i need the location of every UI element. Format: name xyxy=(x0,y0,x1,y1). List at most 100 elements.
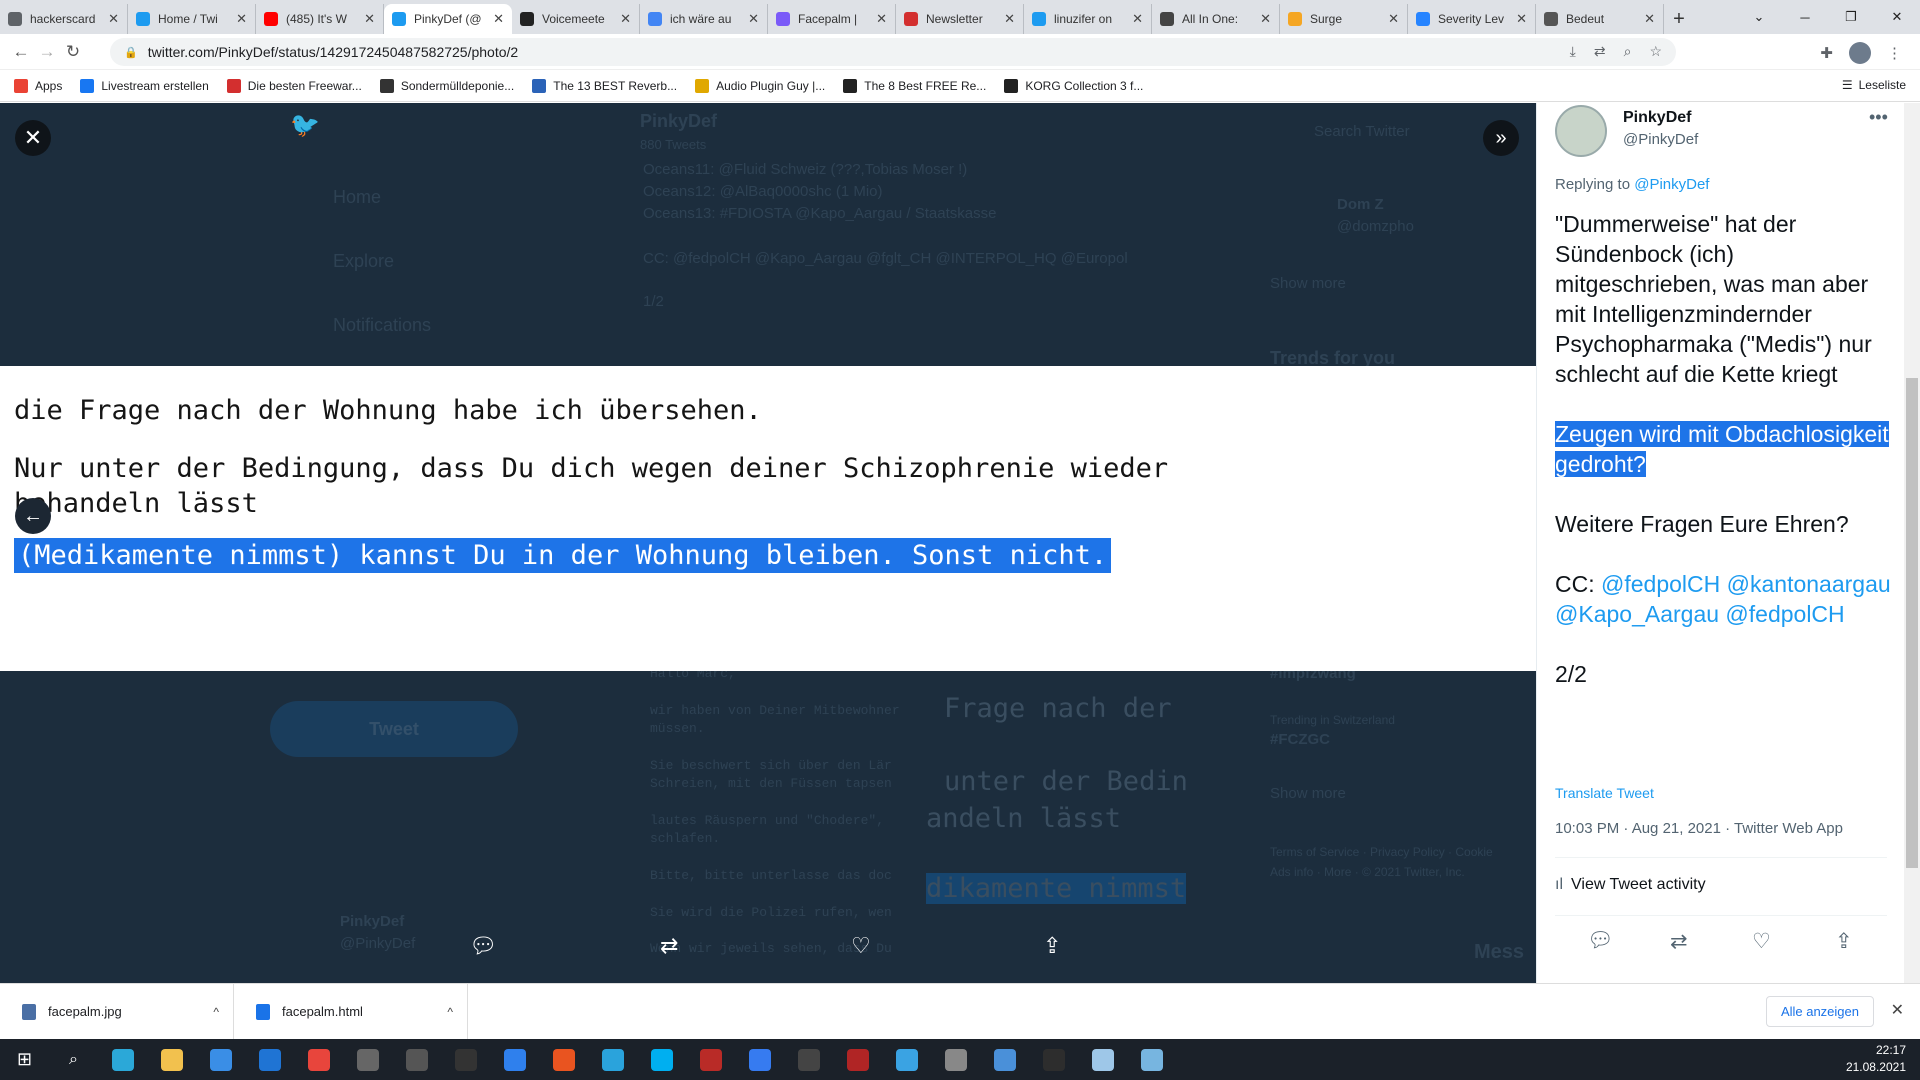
tab-5[interactable]: ich wäre au ✕ xyxy=(640,4,768,34)
taskbar-voicemeeter-button[interactable] xyxy=(833,1039,882,1080)
profile-avatar[interactable] xyxy=(1849,42,1871,64)
minimize-button[interactable]: ─ xyxy=(1782,0,1828,34)
close-tab-icon[interactable]: ✕ xyxy=(364,11,375,27)
cc-mentions[interactable]: @fedpolCH @kantonaargau @Kapo_Aargau @fe… xyxy=(1555,571,1891,627)
replying-to-link[interactable]: @PinkyDef xyxy=(1634,176,1709,193)
tweet-timestamp[interactable]: 10:03 PM · Aug 21, 2021 · Twitter Web Ap… xyxy=(1555,820,1843,837)
close-tab-icon[interactable]: ✕ xyxy=(748,11,759,27)
bookmark-star-icon[interactable]: ☆ xyxy=(1649,43,1662,60)
tab-search-icon[interactable]: ⌄ xyxy=(1736,0,1782,34)
reload-icon[interactable]: ↻ xyxy=(60,42,86,62)
start-button[interactable]: ⊞ xyxy=(0,1039,49,1080)
taskbar-app3-button[interactable] xyxy=(490,1039,539,1080)
tab-6[interactable]: Facepalm | ✕ xyxy=(768,4,896,34)
bookmark-item[interactable]: Audio Plugin Guy |... xyxy=(695,78,825,93)
tab-2[interactable]: (485) It's W ✕ xyxy=(256,4,384,34)
expand-panel-button[interactable]: » xyxy=(1483,120,1519,156)
tab-4[interactable]: Voicemeete ✕ xyxy=(512,4,640,34)
bookmark-item[interactable]: Apps xyxy=(14,78,62,93)
translate-tweet-link[interactable]: Translate Tweet xyxy=(1555,785,1654,801)
author-name[interactable]: PinkyDef xyxy=(1623,109,1691,127)
tab-0[interactable]: hackerscard ✕ xyxy=(0,4,128,34)
close-tab-icon[interactable]: ✕ xyxy=(236,11,247,27)
taskbar-app2-button[interactable] xyxy=(392,1039,441,1080)
taskbar-telegram-button[interactable] xyxy=(588,1039,637,1080)
tab-7[interactable]: Newsletter ✕ xyxy=(896,4,1024,34)
retweet-icon[interactable]: ⇄ xyxy=(1670,929,1688,954)
close-tab-icon[interactable]: ✕ xyxy=(620,11,631,27)
scrollbar-thumb[interactable] xyxy=(1906,378,1918,868)
taskbar-notepad-button[interactable] xyxy=(1078,1039,1127,1080)
taskbar-explorer-button[interactable] xyxy=(147,1039,196,1080)
new-tab-button[interactable]: + xyxy=(1664,4,1694,34)
system-clock[interactable]: 22:17 21.08.2021 xyxy=(1846,1042,1906,1076)
maximize-button[interactable]: ❐ xyxy=(1828,0,1874,34)
share-icon[interactable]: ⇪ xyxy=(1835,929,1853,954)
taskbar-mail-button[interactable] xyxy=(245,1039,294,1080)
menu-icon[interactable]: ⋮ xyxy=(1887,44,1902,62)
tab-9[interactable]: All In One: ✕ xyxy=(1152,4,1280,34)
search-button[interactable]: ⌕ xyxy=(49,1039,98,1080)
chevron-up-icon[interactable]: ^ xyxy=(447,1005,453,1019)
taskbar-chrome-button[interactable] xyxy=(294,1039,343,1080)
close-tab-icon[interactable]: ✕ xyxy=(1132,11,1143,27)
bookmark-item[interactable]: Die besten Freewar... xyxy=(226,78,362,93)
author-handle[interactable]: @PinkyDef xyxy=(1623,131,1698,148)
scrollbar[interactable] xyxy=(1904,103,1920,983)
like-icon[interactable]: ♡ xyxy=(1752,929,1771,954)
bookmark-item[interactable]: The 13 BEST Reverb... xyxy=(532,78,677,93)
close-tab-icon[interactable]: ✕ xyxy=(1516,11,1527,27)
install-icon[interactable]: ⤓ xyxy=(1570,43,1576,60)
close-viewer-button[interactable]: ✕ xyxy=(15,120,51,156)
bookmark-item[interactable]: KORG Collection 3 f... xyxy=(1004,78,1143,93)
view-activity-link[interactable]: ıl View Tweet activity xyxy=(1555,876,1706,894)
close-downloads-icon[interactable]: ✕ xyxy=(1891,1000,1904,1020)
taskbar-skype-button[interactable] xyxy=(637,1039,686,1080)
taskbar-app4-button[interactable] xyxy=(686,1039,735,1080)
zoom-icon[interactable]: ⌕ xyxy=(1624,43,1632,60)
taskbar-app9-button[interactable] xyxy=(1127,1039,1176,1080)
close-tab-icon[interactable]: ✕ xyxy=(108,11,119,27)
close-window-button[interactable]: ✕ xyxy=(1874,0,1920,34)
taskbar-live-button[interactable] xyxy=(441,1039,490,1080)
close-tab-icon[interactable]: ✕ xyxy=(1004,11,1015,27)
close-tab-icon[interactable]: ✕ xyxy=(1260,11,1271,27)
reading-list-button[interactable]: ☰ Leseliste xyxy=(1842,78,1906,92)
back-icon[interactable]: ← xyxy=(8,42,34,62)
download-item[interactable]: facepalm.html ^ xyxy=(234,983,468,1040)
more-options-icon[interactable]: ••• xyxy=(1869,107,1888,128)
download-item[interactable]: facepalm.jpg ^ xyxy=(0,983,234,1040)
show-all-downloads-button[interactable]: Alle anzeigen xyxy=(1765,996,1874,1027)
reply-icon[interactable]: 💬︎ xyxy=(1587,929,1614,953)
tab-1[interactable]: Home / Twi ✕ xyxy=(128,4,256,34)
close-tab-icon[interactable]: ✕ xyxy=(1388,11,1399,27)
translate-icon[interactable]: ⇄ xyxy=(1594,43,1606,60)
tab-10[interactable]: Surge ✕ xyxy=(1280,4,1408,34)
taskbar-app5-button[interactable] xyxy=(784,1039,833,1080)
chevron-up-icon[interactable]: ^ xyxy=(213,1005,219,1019)
taskbar-ubuntu-button[interactable] xyxy=(539,1039,588,1080)
taskbar-terminal-button[interactable] xyxy=(1029,1039,1078,1080)
tab-8[interactable]: linuzifer on ✕ xyxy=(1024,4,1152,34)
tab-3[interactable]: PinkyDef (@ ✕ xyxy=(384,4,512,34)
address-bar[interactable]: 🔒 twitter.com/PinkyDef/status/1429172450… xyxy=(110,38,1676,66)
bookmark-item[interactable]: Sondermülldeponie... xyxy=(379,78,514,93)
taskbar-app6-button[interactable] xyxy=(882,1039,931,1080)
tab-11[interactable]: Severity Lev ✕ xyxy=(1408,4,1536,34)
avatar[interactable] xyxy=(1555,105,1607,157)
share-icon[interactable]: ⇪ xyxy=(1043,933,1061,959)
taskbar-app8-button[interactable] xyxy=(980,1039,1029,1080)
taskbar-edge-button[interactable] xyxy=(98,1039,147,1080)
close-tab-icon[interactable]: ✕ xyxy=(493,11,504,27)
bookmark-item[interactable]: The 8 Best FREE Re... xyxy=(843,78,986,93)
close-tab-icon[interactable]: ✕ xyxy=(876,11,887,27)
reply-icon[interactable]: 💬︎ xyxy=(469,933,497,959)
previous-image-button[interactable]: ← xyxy=(15,498,51,534)
retweet-icon[interactable]: ⇄ xyxy=(660,933,678,959)
lock-icon[interactable]: 🔒 xyxy=(124,46,138,59)
taskbar-app1-button[interactable] xyxy=(343,1039,392,1080)
bookmark-item[interactable]: Livestream erstellen xyxy=(80,78,209,93)
tab-12[interactable]: Bedeut ✕ xyxy=(1536,4,1664,34)
close-tab-icon[interactable]: ✕ xyxy=(1644,11,1655,27)
taskbar-store-button[interactable] xyxy=(196,1039,245,1080)
